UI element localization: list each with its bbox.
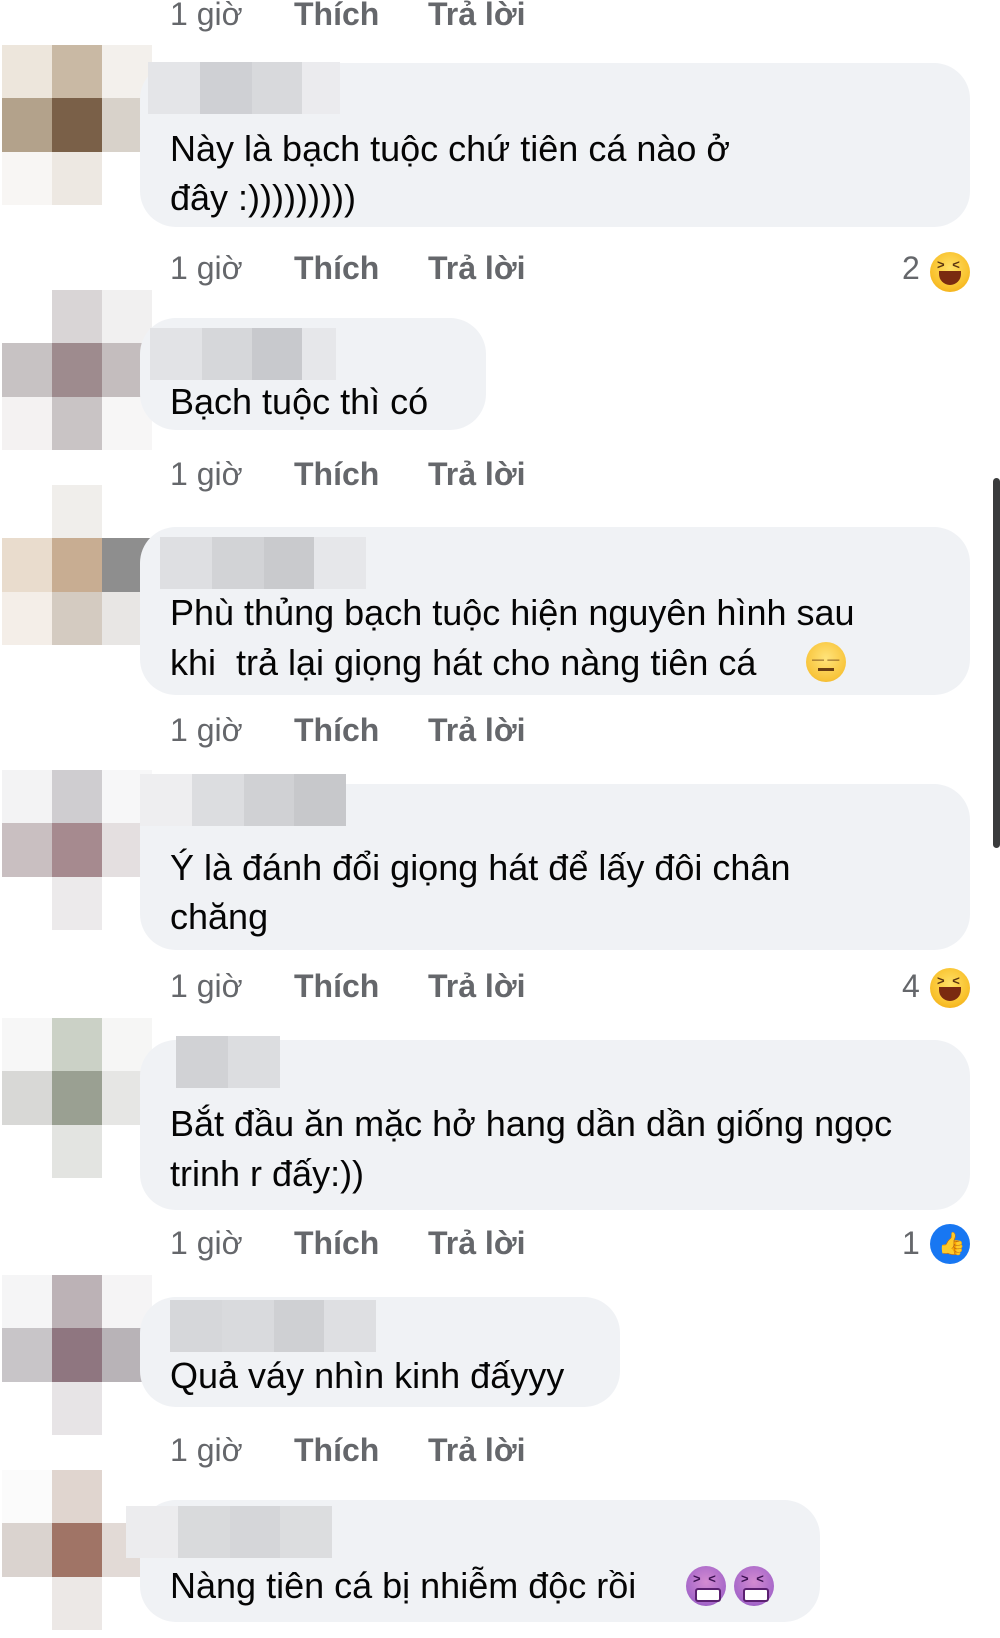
avatar[interactable] [2, 770, 152, 930]
haha-emoji-icon[interactable] [930, 252, 970, 292]
like-link[interactable]: Thích [294, 712, 379, 749]
commenter-name-blurred[interactable] [148, 62, 340, 114]
reply-link[interactable]: Trả lời [428, 1432, 525, 1469]
comment-time: 1 giờ [170, 712, 243, 748]
like-link[interactable]: Thích [294, 250, 379, 287]
scrollbar[interactable] [993, 478, 1000, 848]
comment-text-line: Phù thủng bạch tuộc hiện nguyên hình sau [170, 592, 855, 633]
comment-time: 1 giờ [170, 0, 243, 32]
comment-time: 1 giờ [170, 1225, 243, 1261]
comment-meta: 1 giờ Thích Trả lời [170, 1225, 525, 1262]
comment-time: 1 giờ [170, 250, 243, 286]
comment-time: 1 giờ [170, 456, 243, 492]
comment-text-line: Ý là đánh đổi giọng hát để lấy đôi chân [170, 847, 791, 888]
comment-meta: 1 giờ Thích Trả lời [170, 250, 525, 287]
reply-link[interactable]: Trả lời [428, 968, 525, 1005]
comment-text-line: đây :))))))))) [170, 177, 356, 218]
comment-meta-top: 1 giờ Thích Trả lời [170, 0, 525, 33]
expressionless-emoji-icon [806, 642, 846, 682]
commenter-name-blurred[interactable] [176, 1036, 280, 1088]
sick-emoji-icon [734, 1566, 774, 1606]
comment-text-line: Nàng tiên cá bị nhiễm độc rồi [170, 1565, 637, 1606]
reply-link[interactable]: Trả lời [428, 1225, 525, 1262]
comment-text-line: Bạch tuộc thì có [170, 381, 429, 422]
haha-emoji-icon[interactable] [930, 968, 970, 1008]
avatar[interactable] [2, 1018, 152, 1178]
comment-text-line: Quả váy nhìn kinh đấyyy [170, 1355, 565, 1396]
avatar[interactable] [2, 45, 152, 205]
comment-text-line: Này là bạch tuộc chứ tiên cá nào ở [170, 128, 731, 169]
comment-time: 1 giờ [170, 968, 243, 1004]
comment-meta: 1 giờ Thích Trả lời [170, 1432, 525, 1469]
commenter-name-blurred[interactable] [126, 1506, 332, 1558]
avatar[interactable] [2, 1275, 152, 1435]
comment-text-line: trinh r đấy:)) [170, 1153, 365, 1194]
avatar[interactable] [2, 290, 152, 450]
reaction-count[interactable]: 4 [902, 968, 920, 1005]
avatar[interactable] [2, 485, 152, 645]
comment-meta: 1 giờ Thích Trả lời [170, 456, 525, 493]
comment-meta: 1 giờ Thích Trả lời [170, 968, 525, 1005]
like-icon[interactable] [930, 1224, 970, 1264]
like-link[interactable]: Thích [294, 0, 379, 33]
commenter-name-blurred[interactable] [160, 537, 366, 589]
like-link[interactable]: Thích [294, 1432, 379, 1469]
reaction-count[interactable]: 1 [902, 1225, 920, 1262]
reply-link[interactable]: Trả lời [428, 712, 525, 749]
comment-meta: 1 giờ Thích Trả lời [170, 712, 525, 749]
comment-text-line: Bắt đầu ăn mặc hở hang dần dần giống ngọ… [170, 1103, 893, 1144]
like-link[interactable]: Thích [294, 968, 379, 1005]
commenter-name-blurred[interactable] [140, 774, 346, 826]
sick-emoji-icon [686, 1566, 726, 1606]
reaction-count[interactable]: 2 [902, 250, 920, 287]
reply-link[interactable]: Trả lời [428, 0, 525, 33]
comment-text-line: chăng [170, 896, 269, 937]
commenter-name-blurred[interactable] [170, 1300, 376, 1352]
comment-time: 1 giờ [170, 1432, 243, 1468]
reply-link[interactable]: Trả lời [428, 250, 525, 287]
like-link[interactable]: Thích [294, 1225, 379, 1262]
like-link[interactable]: Thích [294, 456, 379, 493]
commenter-name-blurred[interactable] [150, 328, 336, 380]
reply-link[interactable]: Trả lời [428, 456, 525, 493]
comment-text-line: khi trả lại giọng hát cho nàng tiên cá [170, 642, 757, 683]
